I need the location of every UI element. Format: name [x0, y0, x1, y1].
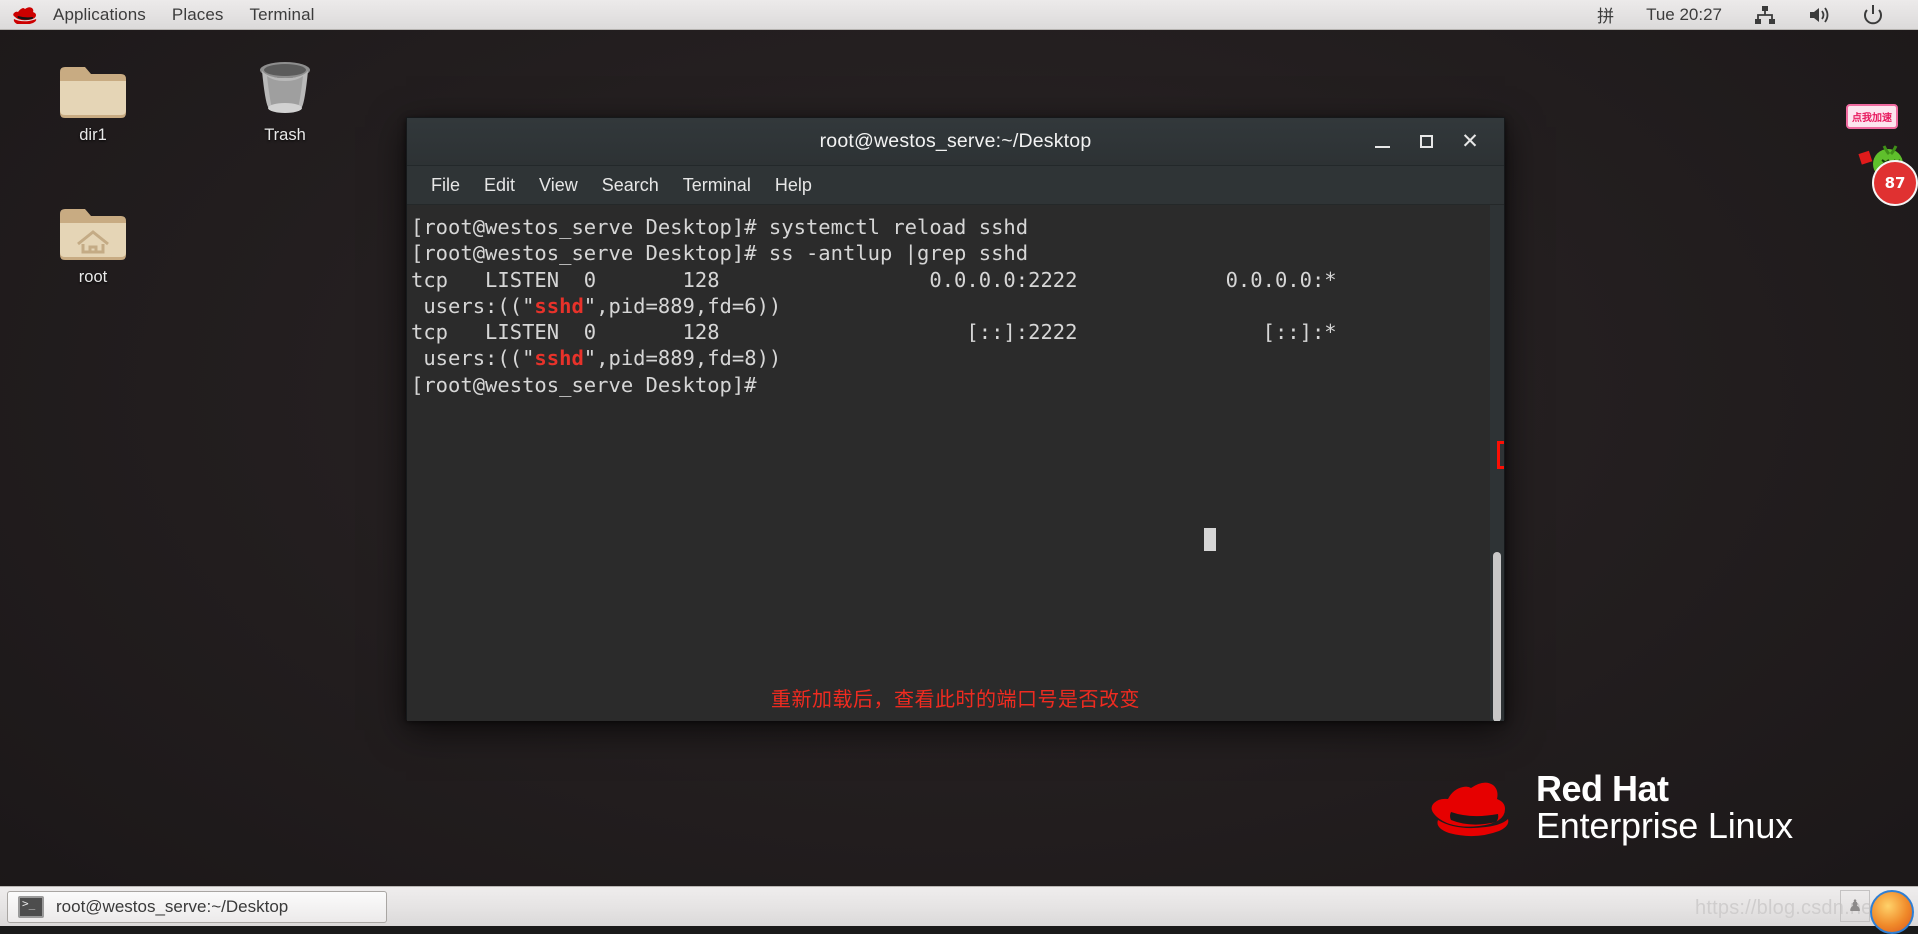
terminal-line: tcp LISTEN 0 128 [::]:2222 [::]:*: [411, 320, 1337, 345]
volume-icon[interactable]: [1792, 4, 1846, 26]
desktop-icon-label: root: [78, 268, 108, 286]
terminal-titlebar[interactable]: root@westos_serve:~/Desktop ✕: [407, 118, 1504, 166]
close-icon: ✕: [1461, 129, 1479, 153]
terminal-scrollbar-thumb[interactable]: [1493, 552, 1501, 721]
grep-match: sshd: [534, 346, 584, 371]
speed-booster-badge: 87: [1872, 160, 1918, 206]
desktop-icon-trash[interactable]: Trash: [230, 48, 340, 145]
maximize-button[interactable]: [1404, 123, 1448, 161]
terminal-line: users:(("sshd",pid=889,fd=8)): [411, 346, 782, 371]
terminal-menubar: File Edit View Search Terminal Help: [407, 166, 1504, 205]
terminal-window[interactable]: root@westos_serve:~/Desktop ✕ File Edit …: [406, 117, 1505, 721]
menu-help[interactable]: Help: [763, 171, 824, 200]
panel-status-area: 拼 Tue 20:27: [1581, 2, 1918, 27]
terminal-cursor: [1204, 528, 1216, 551]
folder-icon: [38, 48, 148, 120]
desktop-background: dir1 Trash root Red Hat Enterprise Linux…: [0, 0, 1918, 934]
trash-icon: [230, 48, 340, 120]
taskbar-window-button[interactable]: root@westos_serve:~/Desktop: [7, 890, 387, 923]
terminal-line: [root@westos_serve Desktop]#: [411, 372, 769, 397]
panel-menu-terminal[interactable]: Terminal: [237, 2, 328, 28]
maximize-icon: [1419, 135, 1433, 148]
ime-indicator[interactable]: 拼: [1581, 2, 1630, 27]
minimize-button[interactable]: [1360, 123, 1404, 161]
menu-search[interactable]: Search: [590, 171, 671, 200]
terminal-line: tcp LISTEN 0 128 0.0.0.0:2222 0.0.0.0:*: [411, 267, 1337, 292]
terminal-icon: [18, 895, 44, 918]
menu-file[interactable]: File: [419, 171, 472, 200]
avatar[interactable]: [1870, 890, 1914, 934]
window-control-buttons: ✕: [1360, 118, 1492, 165]
close-button[interactable]: ✕: [1448, 123, 1492, 161]
terminal-line: [root@westos_serve Desktop]# systemctl r…: [411, 215, 1029, 239]
terminal-line: users:(("sshd",pid=889,fd=6)): [411, 293, 782, 318]
top-panel: Applications Places Terminal 拼 Tue 20:27: [0, 0, 1918, 30]
rhel-brand-logo: Red Hat Enterprise Linux: [1428, 770, 1793, 845]
terminal-window-title: root@westos_serve:~/Desktop: [819, 130, 1092, 152]
clock[interactable]: Tue 20:27: [1630, 5, 1738, 25]
menu-terminal[interactable]: Terminal: [671, 171, 763, 200]
power-icon[interactable]: [1846, 4, 1900, 26]
terminal-text-content: [root@westos_serve Desktop]# systemctl r…: [407, 205, 1337, 398]
port-highlight-box: [1497, 441, 1504, 469]
desktop-icon-dir1[interactable]: dir1: [38, 48, 148, 145]
rhel-brand-line2: Enterprise Linux: [1536, 805, 1793, 847]
terminal-line: [root@westos_serve Desktop]# ss -antlup …: [411, 241, 1029, 266]
taskbar: root@westos_serve:~/Desktop https://blog…: [0, 886, 1918, 934]
speed-booster-bubble[interactable]: 点我加速: [1846, 104, 1898, 129]
home-folder-icon: [38, 190, 148, 262]
taskbar-window-label: root@westos_serve:~/Desktop: [56, 896, 289, 916]
desktop-icon-label: Trash: [264, 126, 306, 144]
terminal-output-area[interactable]: [root@westos_serve Desktop]# systemctl r…: [407, 205, 1504, 721]
grep-match: sshd: [534, 293, 584, 318]
desktop-icon-root[interactable]: root: [38, 190, 148, 287]
annotation-text: 重新加载后，查看此时的端口号是否改变: [771, 687, 1140, 711]
menu-view[interactable]: View: [527, 171, 590, 200]
network-icon[interactable]: [1738, 4, 1792, 26]
redhat-fedora-logo-icon: [1431, 783, 1509, 837]
panel-menu-places[interactable]: Places: [159, 2, 237, 28]
desktop-icon-label: dir1: [79, 126, 107, 144]
user-tray-icon[interactable]: ♟: [1840, 890, 1870, 922]
panel-menu-applications[interactable]: Applications: [40, 2, 159, 28]
minimize-icon: [1374, 145, 1390, 148]
redhat-fedora-icon: [12, 6, 38, 24]
rhel-brand-line1: Red Hat: [1536, 768, 1669, 809]
menu-edit[interactable]: Edit: [472, 171, 527, 200]
speed-booster-widget[interactable]: 点我加速 87: [1844, 98, 1918, 206]
